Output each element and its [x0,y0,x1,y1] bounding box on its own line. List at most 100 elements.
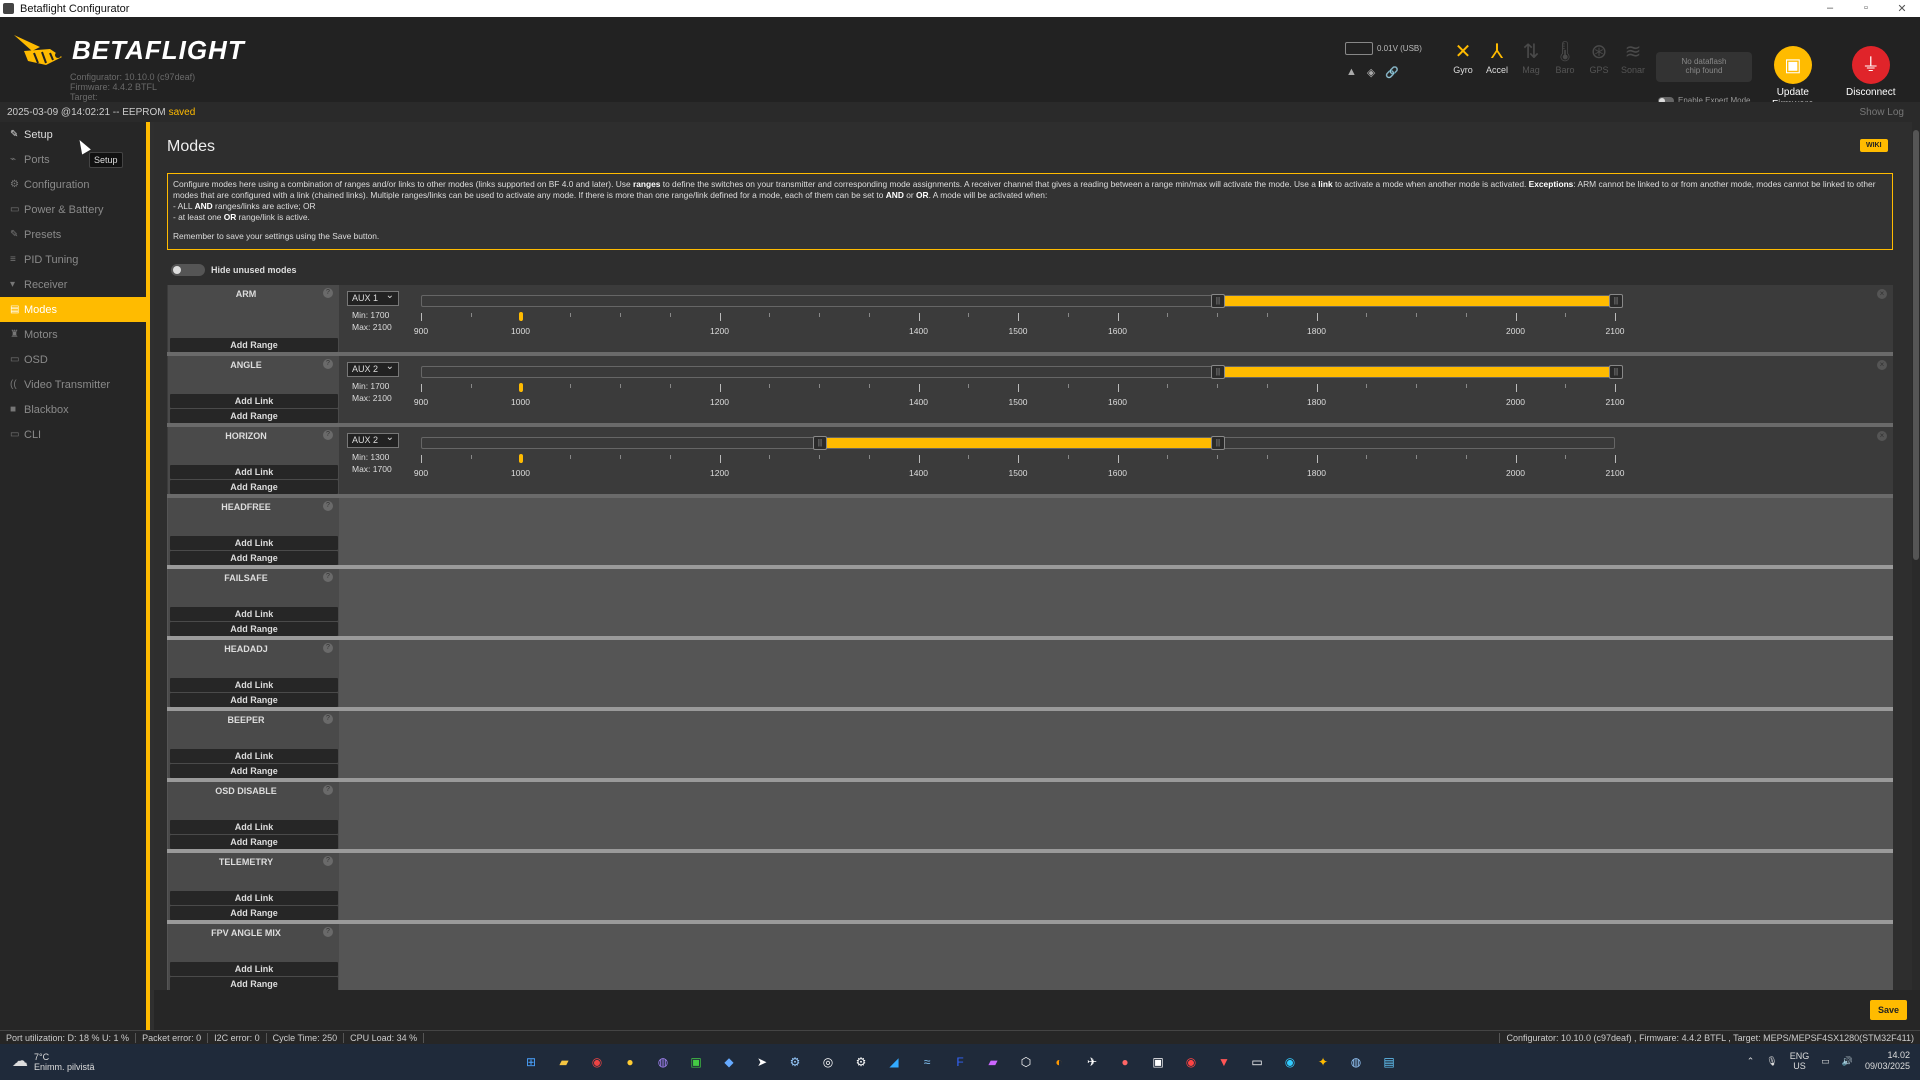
remove-range-icon[interactable]: × [1877,431,1887,441]
file-explorer-icon[interactable]: ▰ [553,1053,575,1071]
chrome-icon[interactable]: ◉ [586,1053,608,1071]
wiki-button[interactable]: WIKI [1860,139,1888,152]
add-range-button[interactable]: Add Range [170,693,338,707]
start-icon[interactable]: ⊞ [520,1053,542,1071]
app-icon-gear[interactable]: ⚙ [850,1053,872,1071]
sidebar-item-presets[interactable]: ✎ Presets [0,222,146,247]
add-range-button[interactable]: Add Range [170,480,338,494]
add-range-button[interactable]: Add Range [170,338,338,352]
sidebar-item-motors[interactable]: ♜ Motors [0,322,146,347]
help-icon[interactable]: ? [323,501,333,511]
add-range-button[interactable]: Add Range [170,906,338,920]
sidebar-item-video-transmitter[interactable]: ((Video Transmitter [0,372,146,397]
help-icon[interactable]: ? [323,288,333,298]
aux-channel-select[interactable]: AUX 1 [347,289,399,306]
add-range-button[interactable]: Add Range [170,977,338,991]
range-handle-max[interactable]: || [1609,365,1623,379]
range-handle-max[interactable]: || [1609,294,1623,308]
app-icon-yellow[interactable]: ● [619,1053,641,1071]
app-icon-box[interactable]: ▣ [1147,1053,1169,1071]
add-link-button[interactable]: Add Link [170,536,338,550]
add-link-button[interactable]: Add Link [170,394,338,408]
aux-channel-select[interactable]: AUX 2 [347,360,399,377]
blender-icon[interactable]: ◐ [1048,1053,1070,1071]
weather-widget[interactable]: ☁ 7°C Enimm. pilvistä [0,1052,95,1072]
content-scrollbar[interactable] [1912,122,1920,990]
excel-icon[interactable]: ▣ [685,1053,707,1071]
discord-icon[interactable]: ◍ [652,1053,674,1071]
app-icon-window[interactable]: ▭ [1246,1053,1268,1071]
add-link-button[interactable]: Add Link [170,820,338,834]
app-icon-drone[interactable]: ✈ [1081,1053,1103,1071]
show-log-link[interactable]: Show Log [1860,107,1904,118]
help-icon[interactable]: ? [323,643,333,653]
app-icon-f[interactable]: F [949,1053,971,1071]
chevron-up-icon[interactable]: ⌃ [1747,1056,1755,1067]
betaflight-taskbar-icon[interactable]: ✦ [1312,1053,1334,1071]
add-range-button[interactable]: Add Range [170,764,338,778]
range-slider[interactable]: || || [421,365,1623,379]
network-icon[interactable]: ▭ [1821,1056,1830,1067]
app-icon-wave[interactable]: ≈ [916,1053,938,1071]
remove-range-icon[interactable]: × [1877,360,1887,370]
add-link-button[interactable]: Add Link [170,749,338,763]
help-icon[interactable]: ? [323,927,333,937]
sidebar-item-configuration[interactable]: ⚙ Configuration [0,172,146,197]
steam-icon[interactable]: ⚙ [784,1053,806,1071]
add-link-button[interactable]: Add Link [170,678,338,692]
sidebar-item-power-battery[interactable]: ▭ Power & Battery [0,197,146,222]
add-link-button[interactable]: Add Link [170,962,338,976]
app-icon-cyan[interactable]: ◉ [1279,1053,1301,1071]
minimize-button[interactable]: – [1812,2,1848,15]
scrollbar-thumb[interactable] [1913,130,1919,560]
close-button[interactable]: ✕ [1884,2,1920,15]
help-icon[interactable]: ? [323,572,333,582]
microphone-icon[interactable]: 🎙 [1766,1056,1777,1067]
range-handle-min[interactable]: || [1211,365,1225,379]
sidebar-item-osd[interactable]: ▭ OSD [0,347,146,372]
help-icon[interactable]: ? [323,714,333,724]
hide-unused-switch[interactable] [171,264,205,276]
notepad-icon[interactable]: ▤ [1378,1053,1400,1071]
sidebar-item-modes[interactable]: ▤ Modes [0,297,146,322]
sidebar-item-pid-tuning[interactable]: ≡ PID Tuning [0,247,146,272]
sidebar-item-blackbox[interactable]: ■ Blackbox [0,397,146,422]
app-icon-globe[interactable]: ◍ [1345,1053,1367,1071]
sidebar-item-ports[interactable]: ⌁ Ports [0,147,146,172]
range-slider[interactable]: || || [421,294,1623,308]
add-range-button[interactable]: Add Range [170,551,338,565]
range-handle-max[interactable]: || [1211,436,1225,450]
hide-unused-modes-toggle[interactable]: Hide unused modes [171,264,297,276]
add-range-button[interactable]: Add Range [170,622,338,636]
brave-icon[interactable]: ▼ [1213,1053,1235,1071]
clock[interactable]: 14.02 09/03/2025 [1865,1050,1910,1072]
help-icon[interactable]: ? [323,430,333,440]
range-slider[interactable]: || || [421,436,1615,450]
remove-range-icon[interactable]: × [1877,289,1887,299]
vscode-icon[interactable]: ◢ [883,1053,905,1071]
language-indicator[interactable]: ENG US [1790,1051,1810,1071]
add-link-button[interactable]: Add Link [170,891,338,905]
disconnect-button[interactable]: ⏚ Disconnect [1846,46,1895,99]
app-icon-blue[interactable]: ◆ [718,1053,740,1071]
app-icon-arrow[interactable]: ➤ [751,1053,773,1071]
add-link-button[interactable]: Add Link [170,607,338,621]
sidebar-item-cli[interactable]: ▭ CLI [0,422,146,447]
maximize-button[interactable]: ▫ [1848,2,1884,15]
volume-icon[interactable]: 🔊 [1842,1056,1853,1067]
range-handle-min[interactable]: || [813,436,827,450]
help-icon[interactable]: ? [323,359,333,369]
sidebar-item-receiver[interactable]: ▾ Receiver [0,272,146,297]
save-button[interactable]: Save [1870,1000,1908,1020]
app-icon-dot[interactable]: ● [1114,1053,1136,1071]
app-icon-circle[interactable]: ◎ [817,1053,839,1071]
app-icon-cube[interactable]: ⬡ [1015,1053,1037,1071]
app-icon-red[interactable]: ◉ [1180,1053,1202,1071]
sidebar-item-setup[interactable]: ✎ Setup [0,122,146,147]
app-icon-clapper[interactable]: ▰ [982,1053,1004,1071]
help-icon[interactable]: ? [323,785,333,795]
add-link-button[interactable]: Add Link [170,465,338,479]
aux-channel-select[interactable]: AUX 2 [347,431,399,448]
help-icon[interactable]: ? [323,856,333,866]
add-range-button[interactable]: Add Range [170,409,338,423]
